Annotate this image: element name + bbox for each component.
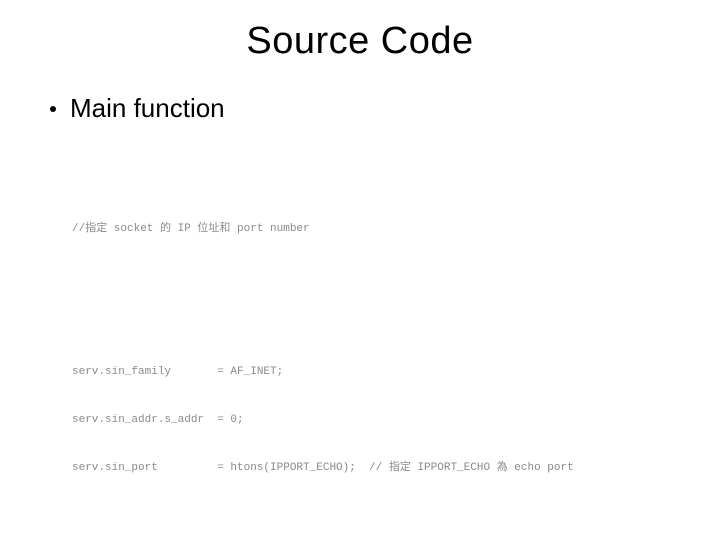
code-line: //指定 socket 的 IP 位址和 port number bbox=[72, 222, 680, 238]
code-line: serv.sin_port = htons(IPPORT_ECHO); // 指… bbox=[72, 461, 680, 477]
slide: Source Code Main function //指定 socket 的 … bbox=[0, 0, 720, 540]
bullet-dot-icon bbox=[50, 106, 56, 112]
code-area: //指定 socket 的 IP 位址和 port number serv.si… bbox=[40, 142, 680, 540]
code-line: serv.sin_family = AF_INET; bbox=[72, 365, 680, 381]
bullet-text: Main function bbox=[70, 93, 225, 124]
code-line: serv.sin_addr.s_addr = 0; bbox=[72, 413, 680, 429]
code-sockaddr-setup: serv.sin_family = AF_INET; serv.sin_addr… bbox=[72, 333, 680, 508]
code-comment-1: //指定 socket 的 IP 位址和 port number bbox=[72, 190, 680, 270]
bullet-item: Main function bbox=[40, 93, 680, 124]
slide-title: Source Code bbox=[40, 20, 680, 63]
